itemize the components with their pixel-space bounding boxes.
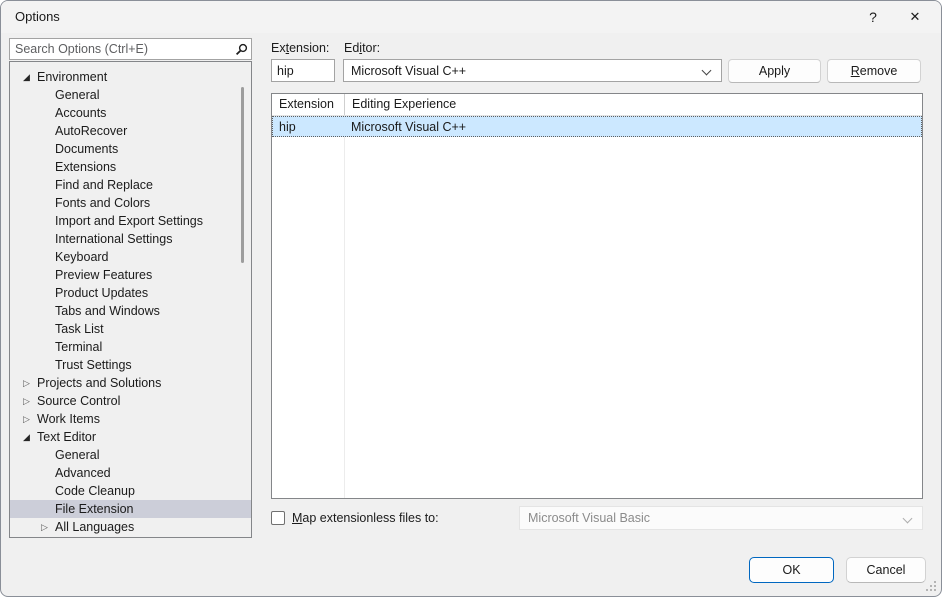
tree-item-terminal[interactable]: Terminal: [10, 338, 251, 356]
editor-label: Editor:: [344, 41, 380, 55]
tree-item-general[interactable]: General: [10, 446, 251, 464]
tree-item-label: Text Editor: [37, 428, 96, 446]
map-extensionless-label: Map extensionless files to:: [292, 511, 439, 525]
tree-item-autorecover[interactable]: AutoRecover: [10, 122, 251, 140]
tree-item-trust-settings[interactable]: Trust Settings: [10, 356, 251, 374]
tree-item-label: Keyboard: [55, 248, 109, 266]
tree-item-label: Accounts: [55, 104, 106, 122]
chevron-down-icon: [903, 514, 913, 524]
tree-item-source-control[interactable]: ▷Source Control: [10, 392, 251, 410]
table-header: Extension Editing Experience: [272, 94, 922, 116]
expand-tree-icon[interactable]: ▷: [41, 518, 55, 536]
tree-item-text-editor[interactable]: ◢Text Editor: [10, 428, 251, 446]
tree-item-file-extension[interactable]: File Extension: [10, 500, 251, 518]
map-extensionless-dropdown: Microsoft Visual Basic: [519, 506, 923, 530]
cell-editing-experience: Microsoft Visual C++: [344, 120, 922, 134]
chevron-down-icon: [702, 66, 712, 76]
tree-item-label: Preview Features: [55, 266, 152, 284]
tree-item-label: Fonts and Colors: [55, 194, 150, 212]
extension-input[interactable]: [271, 59, 335, 82]
tree-item-product-updates[interactable]: Product Updates: [10, 284, 251, 302]
tree-item-label: Environment: [37, 68, 107, 86]
tree-item-code-cleanup[interactable]: Code Cleanup: [10, 482, 251, 500]
tree-item-extensions[interactable]: Extensions: [10, 158, 251, 176]
tree-item-label: File Extension: [55, 500, 134, 518]
tree-item-fonts-and-colors[interactable]: Fonts and Colors: [10, 194, 251, 212]
tree-item-label: Extensions: [55, 158, 116, 176]
ok-button[interactable]: OK: [749, 557, 834, 583]
title-bar: Options ? ✕: [1, 1, 941, 33]
map-extensionless-dropdown-value: Microsoft Visual Basic: [528, 511, 650, 525]
remove-button[interactable]: Remove: [827, 59, 921, 83]
tree-item-preview-features[interactable]: Preview Features: [10, 266, 251, 284]
expand-tree-icon[interactable]: ▷: [23, 410, 37, 428]
tree-item-label: General: [55, 446, 99, 464]
cancel-button[interactable]: Cancel: [846, 557, 926, 583]
search-input[interactable]: [10, 42, 231, 56]
tree-item-advanced[interactable]: Advanced: [10, 464, 251, 482]
search-icon: [231, 39, 251, 59]
close-button[interactable]: ✕: [895, 1, 935, 33]
tree-item-keyboard[interactable]: Keyboard: [10, 248, 251, 266]
tree-item-label: Tabs and Windows: [55, 302, 160, 320]
tree-item-label: Product Updates: [55, 284, 148, 302]
tree-item-label: Work Items: [37, 410, 100, 428]
tree-item-general[interactable]: General: [10, 86, 251, 104]
tree-item-label: Import and Export Settings: [55, 212, 203, 230]
tree-item-label: Advanced: [55, 464, 111, 482]
apply-button[interactable]: Apply: [728, 59, 821, 83]
options-dialog: Options ? ✕ ◢EnvironmentGeneralAccountsA…: [0, 0, 942, 597]
tree-item-work-items[interactable]: ▷Work Items: [10, 410, 251, 428]
collapse-tree-icon[interactable]: ◢: [23, 428, 37, 446]
extension-label: Extension:: [271, 41, 329, 55]
tree-item-label: Terminal: [55, 338, 102, 356]
window-title: Options: [15, 9, 60, 24]
editor-dropdown[interactable]: Microsoft Visual C++: [343, 59, 722, 82]
tree-item-task-list[interactable]: Task List: [10, 320, 251, 338]
tree-item-label: All Languages: [55, 518, 134, 536]
tree-item-label: Code Cleanup: [55, 482, 135, 500]
column-header-extension: Extension: [272, 94, 344, 115]
tree-item-international-settings[interactable]: International Settings: [10, 230, 251, 248]
tree-item-label: General: [55, 86, 99, 104]
resize-grip[interactable]: [926, 581, 936, 591]
tree-item-all-languages[interactable]: ▷All Languages: [10, 518, 251, 536]
search-box: [9, 38, 252, 60]
collapse-tree-icon[interactable]: ◢: [23, 68, 37, 86]
expand-tree-icon[interactable]: ▷: [23, 392, 37, 410]
tree-item-label: Documents: [55, 140, 118, 158]
tree-item-label: AutoRecover: [55, 122, 127, 140]
tree-item-projects-and-solutions[interactable]: ▷Projects and Solutions: [10, 374, 251, 392]
column-divider: [344, 116, 345, 498]
tree-item-accounts[interactable]: Accounts: [10, 104, 251, 122]
extension-table: Extension Editing Experience hipMicrosof…: [271, 93, 923, 499]
column-header-editing-experience: Editing Experience: [344, 94, 922, 115]
editor-dropdown-value: Microsoft Visual C++: [351, 64, 466, 78]
map-extensionless-checkbox[interactable]: [271, 511, 285, 525]
tree-item-label: Trust Settings: [55, 356, 132, 374]
tree-item-tabs-and-windows[interactable]: Tabs and Windows: [10, 302, 251, 320]
tree-item-import-and-export-settings[interactable]: Import and Export Settings: [10, 212, 251, 230]
tree-item-label: International Settings: [55, 230, 172, 248]
tree-item-label: Projects and Solutions: [37, 374, 161, 392]
tree-item-label: Source Control: [37, 392, 120, 410]
tree-item-find-and-replace[interactable]: Find and Replace: [10, 176, 251, 194]
help-icon: ?: [869, 9, 877, 25]
help-button[interactable]: ?: [853, 1, 893, 33]
tree-item-environment[interactable]: ◢Environment: [10, 68, 251, 86]
table-row[interactable]: hipMicrosoft Visual C++: [272, 116, 922, 137]
tree-item-documents[interactable]: Documents: [10, 140, 251, 158]
cell-extension: hip: [272, 120, 344, 134]
tree-item-label: Task List: [55, 320, 104, 338]
expand-tree-icon[interactable]: ▷: [23, 374, 37, 392]
options-tree: ◢EnvironmentGeneralAccountsAutoRecoverDo…: [9, 61, 252, 538]
table-body: hipMicrosoft Visual C++: [272, 116, 922, 498]
close-icon: ✕: [910, 9, 921, 25]
tree-item-label: Find and Replace: [55, 176, 153, 194]
